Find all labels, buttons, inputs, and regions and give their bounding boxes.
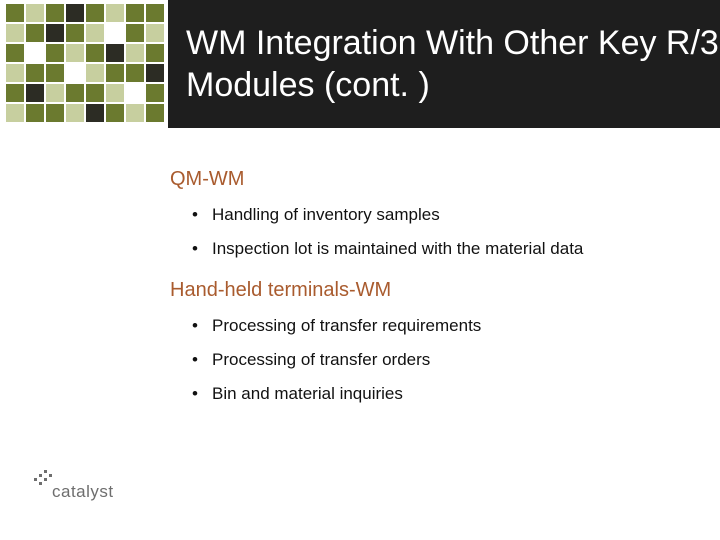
bullet-item: Processing of transfer orders [192, 350, 690, 370]
slide-title: WM Integration With Other Key R/3 Module… [186, 22, 720, 107]
bullet-item: Bin and material inquiries [192, 384, 690, 404]
decorative-grid [0, 0, 168, 128]
bullet-item: Handling of inventory samples [192, 205, 690, 225]
logo-text: catalyst [52, 482, 114, 502]
title-bar: WM Integration With Other Key R/3 Module… [168, 0, 720, 128]
bullet-item: Processing of transfer requirements [192, 316, 690, 336]
bullet-list: Processing of transfer requirements Proc… [192, 316, 690, 404]
bullet-item: Inspection lot is maintained with the ma… [192, 239, 690, 259]
slide: WM Integration With Other Key R/3 Module… [0, 0, 720, 540]
section-heading: Hand-held terminals-WM [170, 279, 690, 302]
catalyst-logo: catalyst [34, 464, 144, 504]
body-content: QM-WM Handling of inventory samples Insp… [170, 168, 690, 424]
section-heading: QM-WM [170, 168, 690, 191]
bullet-list: Handling of inventory samples Inspection… [192, 205, 690, 259]
